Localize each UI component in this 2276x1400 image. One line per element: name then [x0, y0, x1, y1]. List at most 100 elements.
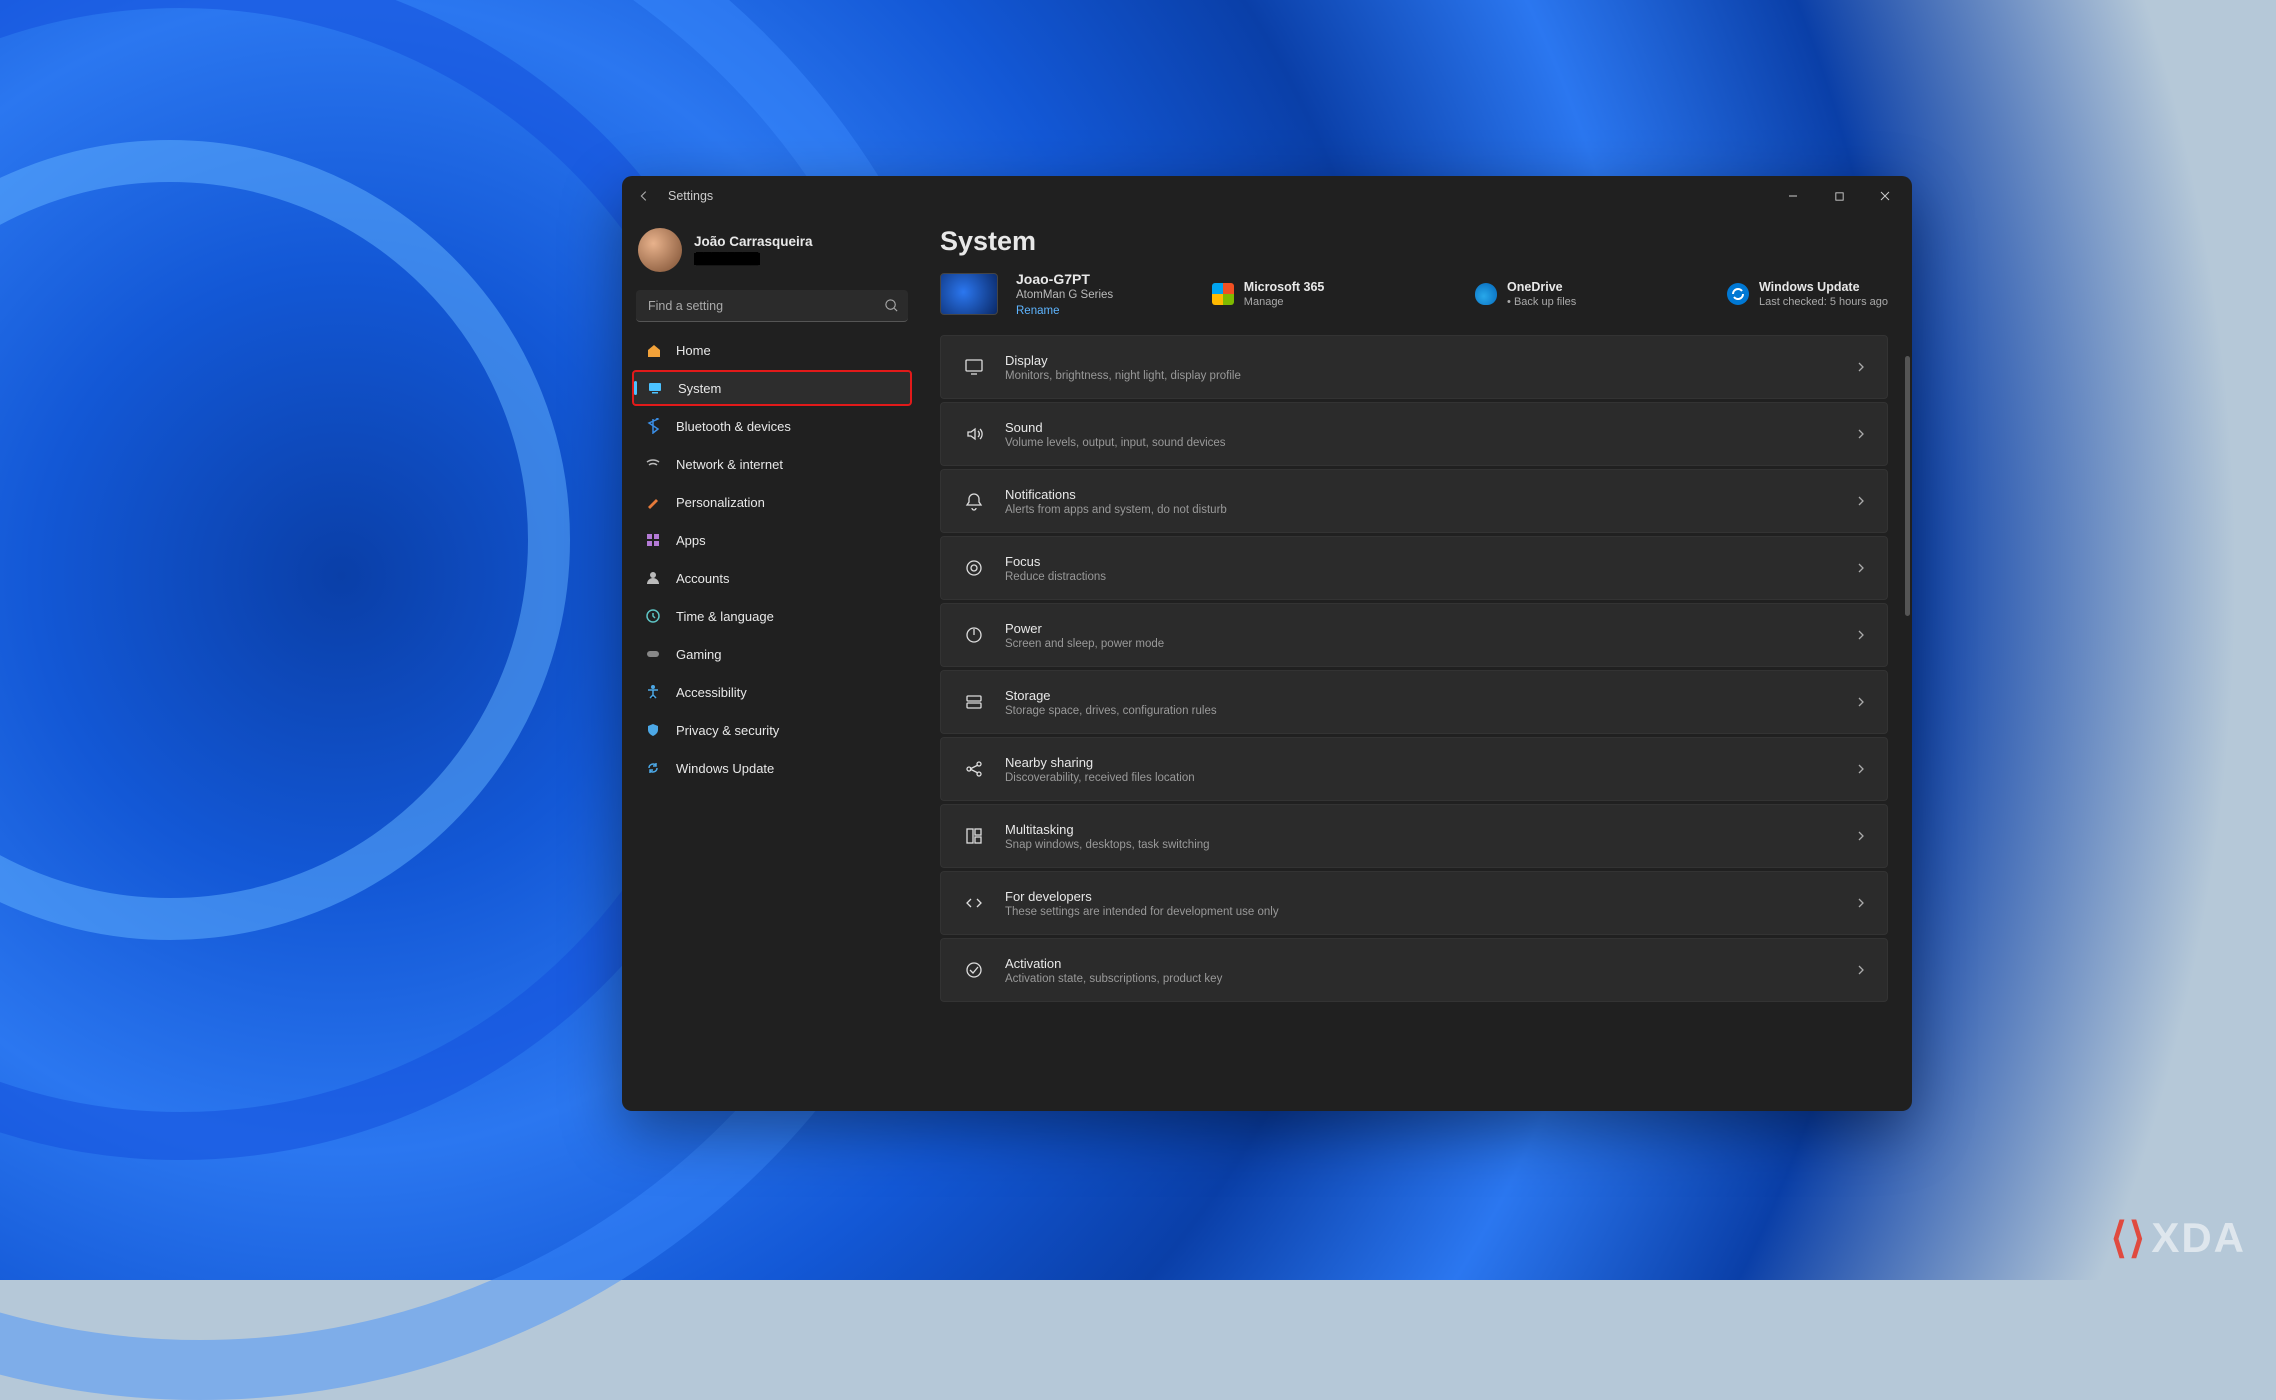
device-info-row: Joao-G7PT AtomMan G Series Rename Micros…	[940, 271, 1888, 317]
sidebar-item-label: Apps	[676, 533, 706, 548]
sidebar-item-label: Bluetooth & devices	[676, 419, 791, 434]
windows-update-icon	[1727, 283, 1749, 305]
status-onedrive[interactable]: OneDrive• Back up files	[1475, 280, 1576, 308]
scrollbar-thumb[interactable]	[1905, 356, 1910, 616]
card-subtitle: Discoverability, received files location	[1005, 772, 1855, 784]
card-title: Activation	[1005, 956, 1855, 971]
sidebar-item-label: Accounts	[676, 571, 729, 586]
check-icon	[963, 959, 985, 981]
card-subtitle: Screen and sleep, power mode	[1005, 638, 1855, 650]
card-sound[interactable]: SoundVolume levels, output, input, sound…	[940, 402, 1888, 466]
card-title: Storage	[1005, 688, 1855, 703]
sidebar-item-update[interactable]: Windows Update	[632, 750, 912, 786]
sound-icon	[963, 423, 985, 445]
sidebar-item-label: Personalization	[676, 495, 765, 510]
display-icon	[963, 356, 985, 378]
card-title: For developers	[1005, 889, 1855, 904]
card-title: Focus	[1005, 554, 1855, 569]
status-microsoft365[interactable]: Microsoft 365Manage	[1212, 280, 1325, 308]
minimize-button[interactable]	[1770, 177, 1816, 215]
multitask-icon	[963, 825, 985, 847]
card-title: Notifications	[1005, 487, 1855, 502]
chevron-right-icon	[1855, 695, 1869, 709]
card-subtitle: Volume levels, output, input, sound devi…	[1005, 437, 1855, 449]
sidebar-item-label: System	[678, 381, 721, 396]
watermark: ⟨⟩XDA	[2111, 1213, 2246, 1262]
share-icon	[963, 758, 985, 780]
chevron-right-icon	[1855, 494, 1869, 508]
device-thumbnail[interactable]	[940, 273, 998, 315]
card-multitask[interactable]: MultitaskingSnap windows, desktops, task…	[940, 804, 1888, 868]
app-title: Settings	[668, 189, 713, 203]
chevron-right-icon	[1855, 829, 1869, 843]
status-windows-update[interactable]: Windows UpdateLast checked: 5 hours ago	[1727, 280, 1888, 308]
card-subtitle: Reduce distractions	[1005, 571, 1855, 583]
sidebar-item-accessibility[interactable]: Accessibility	[632, 674, 912, 710]
card-notifications[interactable]: Notifications Alerts from apps and system…	[940, 469, 1888, 533]
rename-link[interactable]: Rename	[1016, 305, 1113, 317]
storage-icon	[963, 691, 985, 713]
sidebar-item-gaming[interactable]: Gaming	[632, 636, 912, 672]
card-focus[interactable]: Focus Reduce distractions	[940, 536, 1888, 600]
sidebar-item-label: Gaming	[676, 647, 722, 662]
card-developers[interactable]: For developers These settings are intende…	[940, 871, 1888, 935]
chevron-right-icon	[1855, 762, 1869, 776]
account-icon	[644, 569, 662, 587]
card-title: Nearby sharing	[1005, 755, 1855, 770]
card-nearby[interactable]: Nearby sharing Discoverability, received …	[940, 737, 1888, 801]
close-button[interactable]	[1862, 177, 1908, 215]
card-subtitle: Monitors, brightness, night light, displ…	[1005, 370, 1855, 382]
back-button[interactable]	[634, 186, 654, 206]
card-activation[interactable]: Activation Activation state, subscription…	[940, 938, 1888, 1002]
device-name: Joao-G7PT	[1016, 271, 1113, 287]
device-model: AtomMan G Series	[1016, 289, 1113, 301]
card-storage[interactable]: StorageStorage space, drives, configurat…	[940, 670, 1888, 734]
sidebar-item-apps[interactable]: Apps	[632, 522, 912, 558]
sidebar-item-home[interactable]: Home	[632, 332, 912, 368]
sidebar-item-accounts[interactable]: Accounts	[632, 560, 912, 596]
sidebar-item-personalization[interactable]: Personalization	[632, 484, 912, 520]
microsoft365-icon	[1212, 283, 1234, 305]
card-title: Multitasking	[1005, 822, 1855, 837]
card-subtitle: These settings are intended for developm…	[1005, 906, 1855, 918]
maximize-button[interactable]	[1816, 177, 1862, 215]
avatar	[638, 228, 682, 272]
sidebar-item-label: Privacy & security	[676, 723, 779, 738]
sidebar-item-privacy[interactable]: Privacy & security	[632, 712, 912, 748]
chevron-right-icon	[1855, 360, 1869, 374]
focus-icon	[963, 557, 985, 579]
clock-icon	[644, 607, 662, 625]
sidebar-item-bluetooth[interactable]: Bluetooth & devices	[632, 408, 912, 444]
accessibility-icon	[644, 683, 662, 701]
search-input[interactable]	[636, 290, 908, 322]
brush-icon	[644, 493, 662, 511]
sidebar-item-system[interactable]: System	[632, 370, 912, 406]
bluetooth-icon	[644, 417, 662, 435]
chevron-right-icon	[1855, 628, 1869, 642]
bell-icon	[963, 490, 985, 512]
sidebar-item-label: Accessibility	[676, 685, 747, 700]
search-icon	[884, 298, 900, 314]
user-email-redacted: ████████	[694, 253, 760, 265]
home-icon	[644, 341, 662, 359]
card-display[interactable]: DisplayMonitors, brightness, night light…	[940, 335, 1888, 399]
update-icon	[644, 759, 662, 777]
sidebar-item-network[interactable]: Network & internet	[632, 446, 912, 482]
wifi-icon	[644, 455, 662, 473]
settings-window: Settings João Carrasqueira ████████ Home…	[622, 176, 1912, 1111]
user-profile[interactable]: João Carrasqueira ████████	[632, 222, 912, 286]
card-power[interactable]: PowerScreen and sleep, power mode	[940, 603, 1888, 667]
chevron-right-icon	[1855, 561, 1869, 575]
chevron-right-icon	[1855, 427, 1869, 441]
card-subtitle: Alerts from apps and system, do not dist…	[1005, 504, 1855, 516]
watermark-bracket-icon: ⟨⟩	[2111, 1214, 2148, 1261]
dev-icon	[963, 892, 985, 914]
sidebar-item-label: Windows Update	[676, 761, 774, 776]
card-subtitle: Activation state, subscriptions, product…	[1005, 973, 1855, 985]
power-icon	[963, 624, 985, 646]
sidebar-item-time[interactable]: Time & language	[632, 598, 912, 634]
content-pane: System Joao-G7PT AtomMan G Series Rename…	[922, 216, 1912, 1111]
system-icon	[646, 379, 664, 397]
settings-card-list: DisplayMonitors, brightness, night light…	[940, 335, 1888, 1002]
sidebar: João Carrasqueira ████████ Home System Blu…	[622, 216, 922, 1111]
